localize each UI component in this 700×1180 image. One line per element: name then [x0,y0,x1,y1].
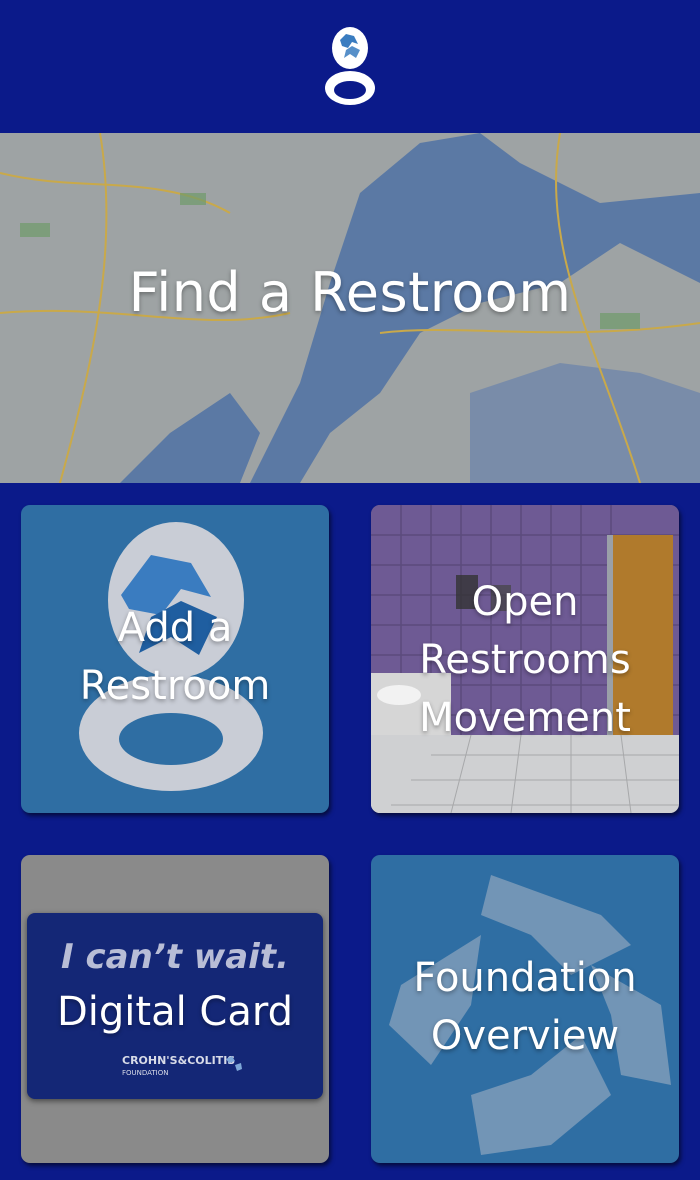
foundation-overview-label: Foundation Overview [413,955,637,1059]
app-header [0,0,700,133]
card-tagline: I can’t wait. [61,937,289,977]
card-brand: CROHN'S&COLITIS FOUNDATION [122,1054,236,1078]
add-restroom-tile[interactable]: Add a Restroom [21,505,329,813]
toilet-seat-logo-icon [322,24,378,108]
digital-card-tile[interactable]: I can’t wait. CROHN'S&COLITIS FOUNDATION… [21,855,329,1163]
open-restrooms-label: Open Restrooms Movement [419,579,631,741]
foundation-overview-tile[interactable]: Foundation Overview [371,855,679,1163]
find-restroom-title: Find a Restroom [128,261,572,324]
foundation-star-icon [226,1056,242,1071]
add-restroom-label: Add a Restroom [79,605,271,709]
open-restrooms-movement-tile[interactable]: Open Restrooms Movement [371,505,679,813]
digital-card-label: Digital Card [56,989,293,1035]
find-restroom-banner[interactable]: Find a Restroom [0,133,700,483]
